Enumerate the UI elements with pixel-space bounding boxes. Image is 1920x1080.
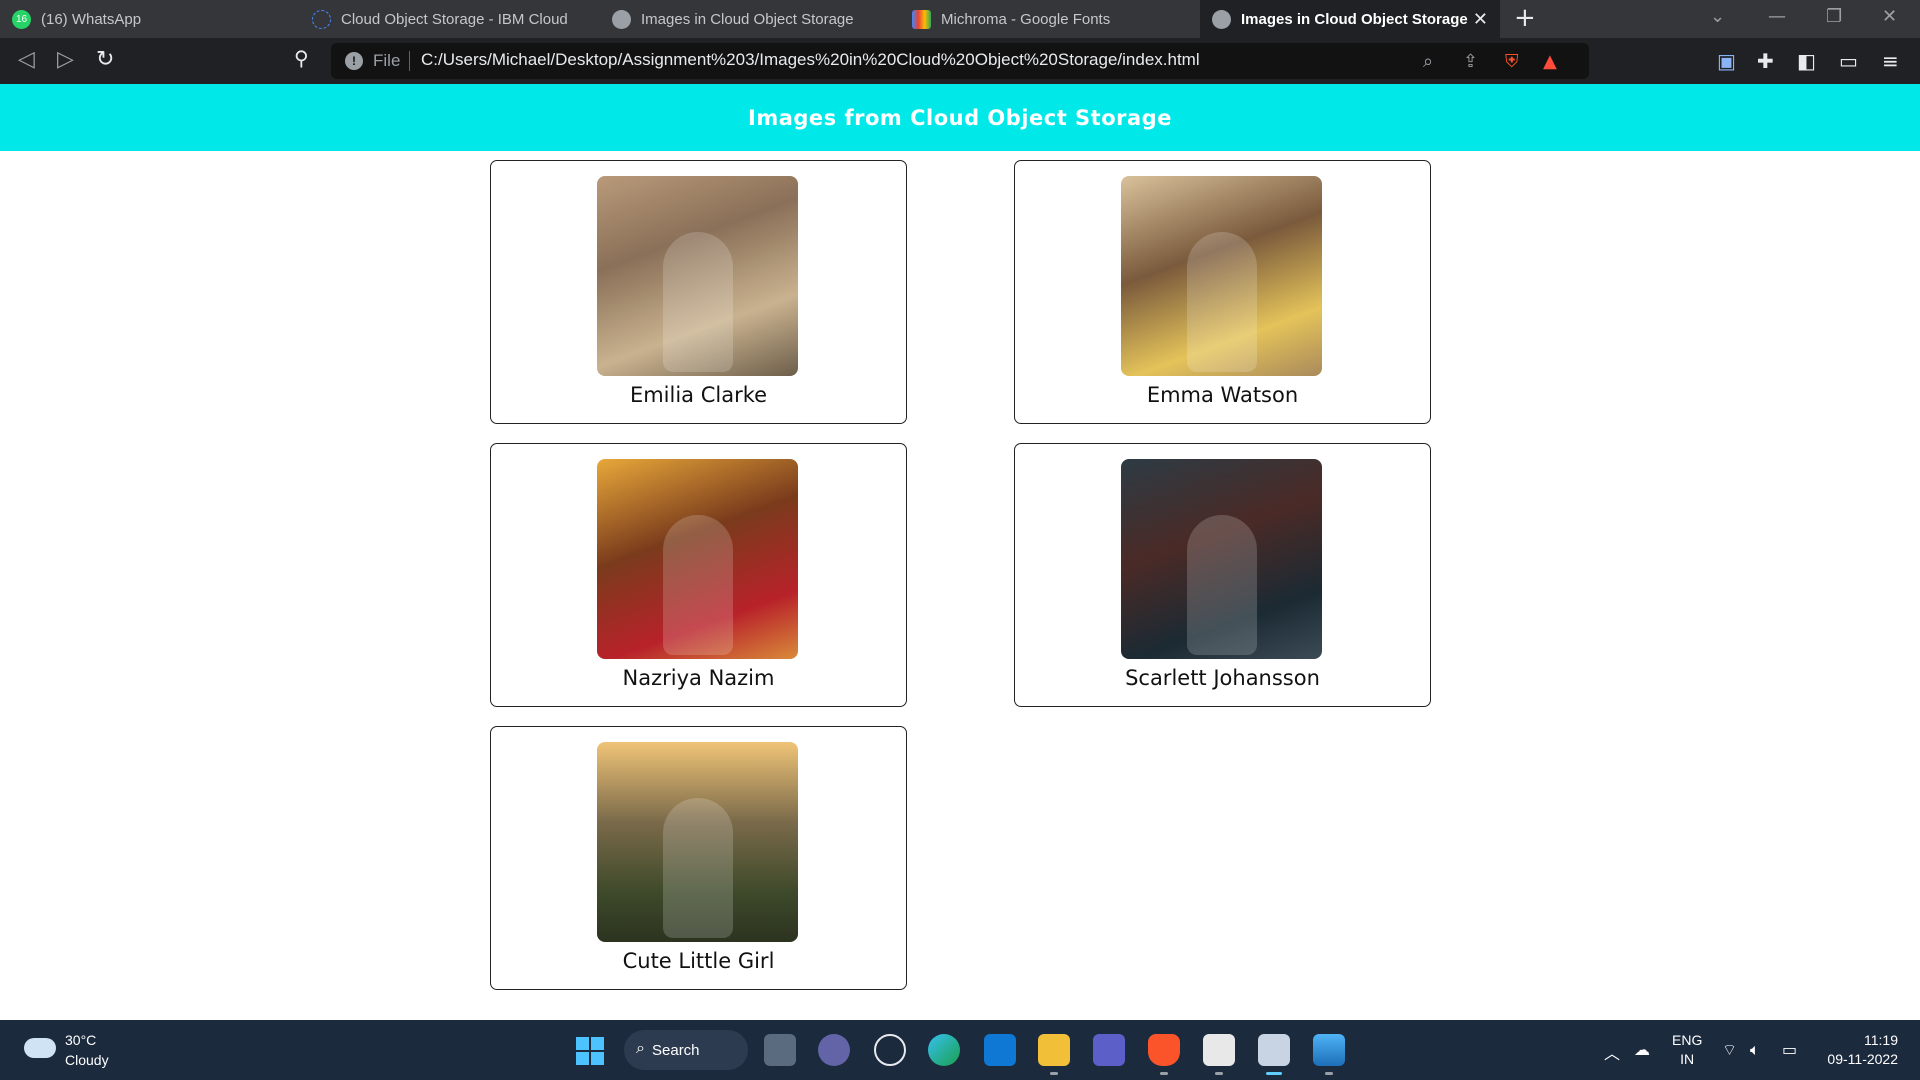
task-view-icon[interactable] bbox=[764, 1034, 796, 1066]
taskbar-clock[interactable]: 11:19 09-11-2022 bbox=[1822, 1031, 1898, 1069]
globe-icon bbox=[1212, 9, 1231, 29]
weather-condition[interactable]: Cloudy bbox=[65, 1052, 109, 1068]
forward-button[interactable]: ▷ bbox=[57, 47, 74, 72]
cloud-weather-icon[interactable] bbox=[24, 1038, 56, 1058]
site-info-icon[interactable]: ! bbox=[345, 52, 363, 70]
mail-icon[interactable] bbox=[984, 1034, 1016, 1066]
wifi-icon[interactable]: ⌔ bbox=[1722, 1040, 1737, 1060]
portrait-shape bbox=[662, 232, 733, 372]
extensions-icon[interactable]: ✚ bbox=[1757, 49, 1774, 73]
volume-icon[interactable]: 🔈︎ bbox=[1750, 1040, 1760, 1060]
brave-browser-icon[interactable] bbox=[1148, 1034, 1180, 1075]
weather-temperature[interactable]: 30°C bbox=[65, 1032, 96, 1048]
tab-google-fonts[interactable]: Michroma - Google Fonts bbox=[900, 0, 1200, 38]
card-image bbox=[1121, 459, 1322, 659]
windows-taskbar: 30°C Cloudy ⌕ Search ︿ ☁ ENG IN ⌔ 🔈︎ ▭ 1… bbox=[0, 1020, 1920, 1080]
input-language-indicator[interactable]: ENG IN bbox=[1672, 1031, 1702, 1069]
card-image bbox=[597, 176, 798, 376]
ibm-cloud-icon bbox=[312, 9, 331, 29]
edge-icon[interactable] bbox=[928, 1034, 960, 1066]
bookmark-icon[interactable]: ⚲ bbox=[294, 46, 309, 70]
region-code: IN bbox=[1680, 1051, 1695, 1067]
card-caption: Emilia Clarke bbox=[629, 383, 768, 407]
image-card: Emilia Clarke bbox=[490, 160, 907, 424]
card-caption: Scarlett Johansson bbox=[1125, 666, 1320, 690]
sidebar-icon[interactable]: ◧ bbox=[1797, 49, 1816, 73]
windows-logo-tile bbox=[591, 1052, 604, 1065]
minimize-button[interactable]: — bbox=[1768, 6, 1786, 27]
start-button[interactable] bbox=[576, 1037, 604, 1065]
portrait-shape bbox=[1186, 515, 1257, 655]
image-card: Scarlett Johansson bbox=[1014, 443, 1431, 707]
card-caption: Cute Little Girl bbox=[622, 949, 775, 973]
back-button[interactable]: ◁ bbox=[18, 47, 35, 72]
google-fonts-icon bbox=[912, 9, 931, 29]
snipping-tool-icon[interactable] bbox=[1258, 1034, 1290, 1075]
taskbar-search-button[interactable]: ⌕ Search bbox=[624, 1030, 748, 1070]
file-explorer-icon[interactable] bbox=[1038, 1034, 1070, 1075]
dell-icon[interactable] bbox=[874, 1034, 906, 1066]
restore-button[interactable]: ❐ bbox=[1826, 6, 1842, 27]
windows-logo-tile bbox=[576, 1052, 589, 1065]
photos-icon[interactable] bbox=[1313, 1034, 1345, 1075]
tab-ibm-cloud[interactable]: Cloud Object Storage - IBM Cloud bbox=[300, 0, 600, 38]
url-scheme: File bbox=[373, 51, 401, 70]
address-bar[interactable]: ! File C:/Users/Michael/Desktop/Assignme… bbox=[331, 43, 1589, 79]
share-icon[interactable]: ⇪ bbox=[1463, 51, 1478, 72]
tab-title: Images in Cloud Object Storage bbox=[1241, 10, 1468, 28]
page-title: Images from Cloud Object Storage bbox=[748, 105, 1172, 130]
show-hidden-icons-chevron-icon[interactable]: ︿ bbox=[1604, 1040, 1620, 1064]
teams-chat-icon[interactable] bbox=[818, 1034, 850, 1066]
windows-logo-tile bbox=[576, 1037, 589, 1050]
brave-shields-icon[interactable]: ⛨ bbox=[1505, 51, 1519, 72]
teams-icon[interactable] bbox=[1093, 1034, 1125, 1066]
image-card: Nazriya Nazim bbox=[490, 443, 907, 707]
translate-extension-icon[interactable]: ▣ bbox=[1717, 49, 1736, 73]
browser-toolbar: ◁ ▷ ↻ ⚲ ! File C:/Users/Michael/Desktop/… bbox=[0, 38, 1920, 84]
image-card: Emma Watson bbox=[1014, 160, 1431, 424]
brave-rewards-icon[interactable]: ▲ bbox=[1543, 51, 1557, 72]
tab-title: Images in Cloud Object Storage bbox=[641, 10, 854, 28]
wallet-icon[interactable]: ▭ bbox=[1839, 49, 1858, 73]
whatsapp-icon: 16 bbox=[12, 9, 31, 29]
card-image bbox=[1121, 176, 1322, 376]
search-icon: ⌕ bbox=[636, 1040, 645, 1057]
close-tab-icon[interactable]: ✕ bbox=[1473, 9, 1488, 30]
zoom-icon[interactable]: ⌕ bbox=[1423, 51, 1433, 72]
close-window-button[interactable]: ✕ bbox=[1882, 6, 1897, 27]
divider bbox=[409, 51, 410, 71]
browser-tab-strip: 16 (16) WhatsApp Cloud Object Storage - … bbox=[0, 0, 1920, 38]
tab-images-cloud-active[interactable]: Images in Cloud Object Storage ✕ bbox=[1200, 0, 1500, 38]
card-image bbox=[597, 742, 798, 942]
windows-logo-tile bbox=[591, 1037, 604, 1050]
tab-search-chevron-icon[interactable]: ⌄ bbox=[1710, 6, 1725, 27]
card-caption: Nazriya Nazim bbox=[622, 666, 775, 690]
portrait-shape bbox=[1186, 232, 1257, 372]
tab-title: Cloud Object Storage - IBM Cloud bbox=[341, 10, 568, 28]
globe-icon bbox=[612, 9, 631, 29]
menu-icon[interactable]: ≡ bbox=[1882, 49, 1899, 73]
tab-images-cloud[interactable]: Images in Cloud Object Storage bbox=[600, 0, 900, 38]
onedrive-cloud-icon[interactable]: ☁ bbox=[1634, 1040, 1650, 1059]
card-image bbox=[597, 459, 798, 659]
tab-title: (16) WhatsApp bbox=[41, 10, 142, 28]
url-text[interactable]: C:/Users/Michael/Desktop/Assignment%203/… bbox=[421, 50, 1200, 70]
card-caption: Emma Watson bbox=[1146, 383, 1299, 407]
language-code: ENG bbox=[1672, 1032, 1703, 1048]
notion-icon[interactable] bbox=[1203, 1034, 1235, 1075]
tab-whatsapp[interactable]: 16 (16) WhatsApp bbox=[0, 0, 300, 38]
search-label: Search bbox=[652, 1041, 700, 1059]
clock-time: 11:19 bbox=[1864, 1032, 1898, 1048]
portrait-shape bbox=[662, 515, 733, 655]
image-card: Cute Little Girl bbox=[490, 726, 907, 990]
clock-date: 09-11-2022 bbox=[1827, 1051, 1898, 1067]
tab-title: Michroma - Google Fonts bbox=[941, 10, 1111, 28]
battery-icon[interactable]: ▭ bbox=[1782, 1040, 1797, 1059]
reload-button[interactable]: ↻ bbox=[96, 47, 114, 72]
portrait-shape bbox=[662, 798, 733, 938]
new-tab-button[interactable]: + bbox=[1514, 3, 1536, 33]
page-header: Images from Cloud Object Storage bbox=[0, 84, 1920, 151]
